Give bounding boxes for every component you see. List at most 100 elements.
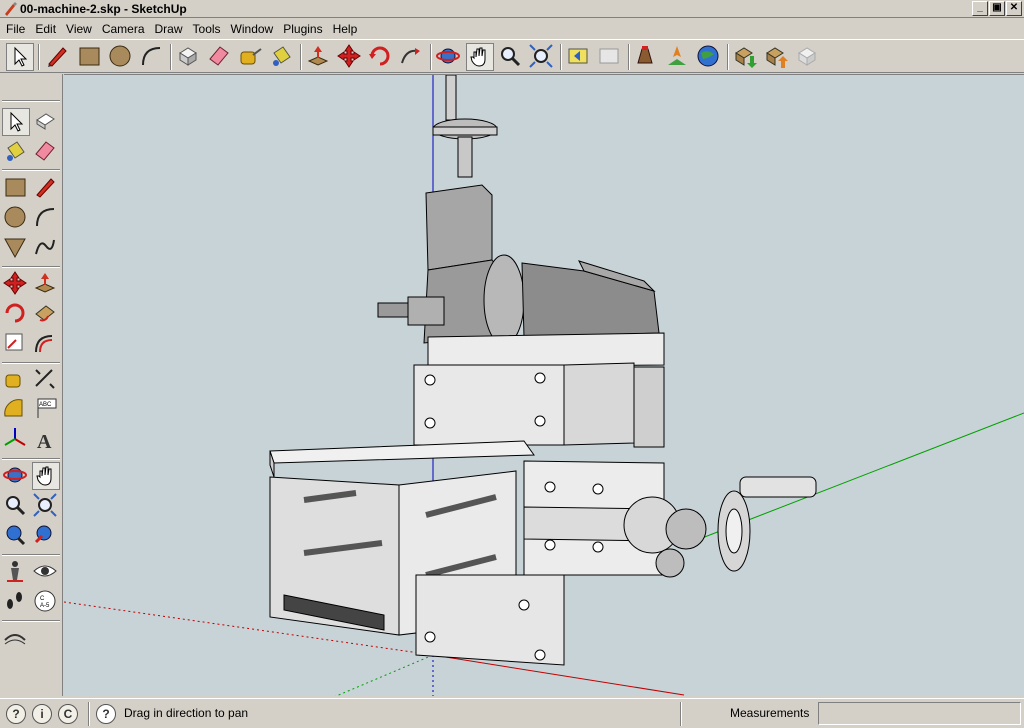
- left-circle-button[interactable]: [2, 204, 30, 232]
- share-component-button[interactable]: [794, 43, 822, 71]
- minimize-button[interactable]: _: [972, 1, 988, 16]
- sketchup-app-icon[interactable]: [2, 1, 18, 17]
- left-tape-measure-button[interactable]: [2, 366, 30, 394]
- user-icon[interactable]: C: [58, 704, 78, 724]
- menu-draw[interactable]: Draw: [155, 22, 189, 36]
- google-earth-icon: [697, 45, 719, 67]
- left-paint-bucket-button[interactable]: [2, 138, 30, 166]
- zoom-window-icon: [33, 493, 57, 517]
- left-arc-button[interactable]: [32, 204, 60, 232]
- left-position-camera-button[interactable]: [2, 558, 30, 586]
- left-push-pull-button[interactable]: [32, 270, 60, 298]
- add-location-button[interactable]: [633, 43, 661, 71]
- left-sandbox-button[interactable]: [2, 626, 30, 654]
- tape-measure-icon: [240, 48, 262, 65]
- get-models-icon: [735, 47, 757, 68]
- left-offset-button[interactable]: [32, 330, 60, 358]
- left-walk-button[interactable]: [2, 588, 30, 616]
- left-zoom-button[interactable]: [2, 492, 30, 520]
- left-axes-button[interactable]: [2, 426, 30, 454]
- menu-camera[interactable]: Camera: [102, 22, 151, 36]
- menu-plugins[interactable]: Plugins: [283, 22, 328, 36]
- menu-file[interactable]: File: [6, 22, 31, 36]
- circle-tool-button[interactable]: [107, 43, 135, 71]
- geo-location-icon[interactable]: ?: [6, 704, 26, 724]
- arc-tool-button[interactable]: [138, 43, 166, 71]
- circle-icon: [4, 206, 26, 228]
- push-pull-button[interactable]: [305, 43, 333, 71]
- left-pencil-button[interactable]: [32, 174, 60, 202]
- left-look-around-button[interactable]: [32, 558, 60, 586]
- share-model-button[interactable]: [763, 43, 791, 71]
- freehand-icon: [35, 239, 55, 255]
- left-follow-me-button[interactable]: [32, 300, 60, 328]
- restore-button[interactable]: ▣: [989, 1, 1005, 16]
- milling-machine-model[interactable]: [269, 75, 817, 666]
- select-icon: [10, 111, 24, 132]
- eye-icon: [33, 565, 57, 577]
- footprints-icon: [7, 592, 22, 609]
- left-dimension-button[interactable]: [32, 366, 60, 394]
- left-zoom-extents-button[interactable]: [2, 522, 30, 550]
- menu-help[interactable]: Help: [333, 22, 364, 36]
- credits-icon[interactable]: i: [32, 704, 52, 724]
- left-rotate-button[interactable]: [2, 300, 30, 328]
- left-freehand-button[interactable]: [32, 234, 60, 262]
- arc-icon: [142, 47, 161, 66]
- status-message: Drag in direction to pan: [124, 706, 249, 720]
- pencil-tool-button[interactable]: [44, 43, 72, 71]
- left-section-plane-button[interactable]: C A-5: [32, 588, 60, 616]
- instructor-help-icon[interactable]: ?: [96, 704, 116, 724]
- left-polygon-button[interactable]: [2, 234, 30, 262]
- toggle-terrain-icon: [668, 46, 686, 65]
- make-component-button[interactable]: [175, 43, 203, 71]
- get-models-button[interactable]: [732, 43, 760, 71]
- menu-edit[interactable]: Edit: [35, 22, 62, 36]
- select-tool-button[interactable]: [6, 43, 34, 71]
- menu-window[interactable]: Window: [231, 22, 280, 36]
- tape-measure-button[interactable]: [237, 43, 265, 71]
- move-tool-button[interactable]: [336, 43, 364, 71]
- left-zoom-window-button[interactable]: [32, 492, 60, 520]
- eraser-tool-button[interactable]: [206, 43, 234, 71]
- left-3d-text-button[interactable]: A: [32, 426, 60, 454]
- left-rectangle-button[interactable]: [2, 174, 30, 202]
- make-component-icon: [179, 47, 197, 66]
- measurements-input[interactable]: [818, 702, 1021, 725]
- toggle-terrain-button[interactable]: [664, 43, 692, 71]
- google-earth-button[interactable]: [695, 43, 723, 71]
- next-view-button[interactable]: [596, 43, 624, 71]
- left-scale-button[interactable]: [2, 330, 30, 358]
- menu-tools[interactable]: Tools: [193, 22, 227, 36]
- left-make-component-button[interactable]: [32, 108, 60, 136]
- model-canvas[interactable]: [64, 75, 1024, 696]
- left-previous-button[interactable]: [32, 522, 60, 550]
- left-orbit-button[interactable]: [2, 462, 30, 490]
- orbit-tool-button[interactable]: [435, 43, 463, 71]
- left-pan-button[interactable]: [32, 462, 60, 490]
- left-eraser-button[interactable]: [32, 138, 60, 166]
- menu-view[interactable]: View: [66, 22, 98, 36]
- tape-measure-icon: [5, 374, 21, 388]
- rectangle-tool-button[interactable]: [76, 43, 104, 71]
- pan-tool-button[interactable]: [466, 43, 494, 71]
- drawing-area[interactable]: [64, 74, 1024, 696]
- rectangle-icon: [5, 178, 26, 197]
- close-button[interactable]: ✕: [1006, 1, 1022, 16]
- previous-view-button[interactable]: [565, 43, 593, 71]
- eraser-icon: [209, 46, 229, 66]
- follow-me-icon: [401, 48, 420, 64]
- svg-text:A-5: A-5: [40, 603, 50, 609]
- zoom-extents-button[interactable]: [528, 43, 556, 71]
- left-protractor-button[interactable]: [2, 396, 30, 424]
- zoom-tool-button[interactable]: [497, 43, 525, 71]
- paint-bucket-button[interactable]: [268, 43, 296, 71]
- follow-me-button[interactable]: [398, 43, 426, 71]
- left-text-button[interactable]: ABC: [32, 396, 60, 424]
- left-select-button[interactable]: [2, 108, 30, 136]
- rotate-tool-button[interactable]: [367, 43, 395, 71]
- paint-bucket-icon: [7, 141, 25, 161]
- zoom-extents-icon: [6, 525, 26, 546]
- left-move-button[interactable]: [2, 270, 30, 298]
- position-camera-icon: [7, 561, 23, 582]
